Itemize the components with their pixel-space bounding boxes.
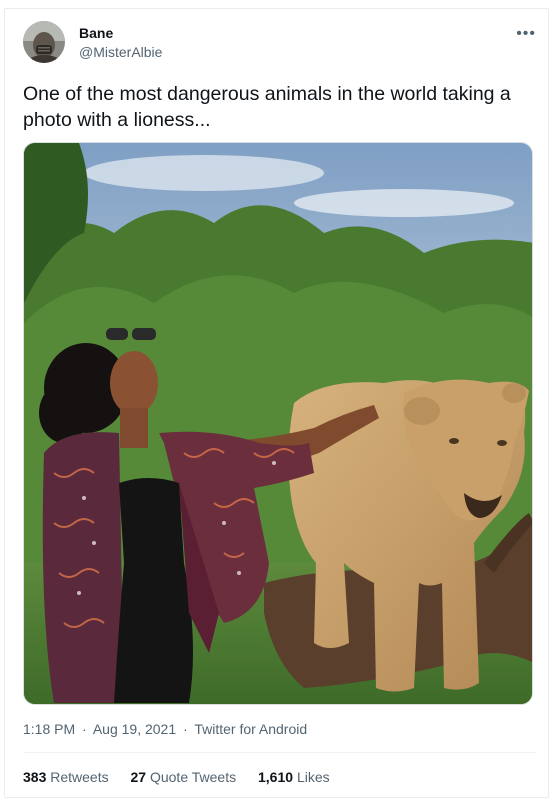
meta-separator: · (82, 721, 87, 737)
retweets-label: Retweets (50, 769, 109, 785)
likes-count: 1,610 (258, 769, 294, 785)
meta-separator: · (183, 721, 188, 737)
likes-stat[interactable]: 1,610 Likes (258, 769, 330, 785)
avatar[interactable] (23, 21, 65, 63)
quote-tweets-stat[interactable]: 27 Quote Tweets (131, 769, 237, 785)
divider (23, 752, 536, 753)
tweet-header: Bane @MisterAlbie ••• (23, 21, 536, 65)
tweet-text: One of the most dangerous animals in the… (23, 83, 511, 131)
more-horizontal-icon[interactable]: ••• (516, 26, 536, 42)
retweets-stat[interactable]: 383 Retweets (23, 769, 109, 785)
tweet-meta: 1:18 PM · Aug 19, 2021 · Twitter for And… (23, 721, 307, 737)
tweet-source[interactable]: Twitter for Android (194, 721, 307, 737)
tweet-date[interactable]: Aug 19, 2021 (93, 721, 176, 737)
tweet-time[interactable]: 1:18 PM (23, 721, 75, 737)
user-display-name[interactable]: Bane (79, 25, 113, 41)
tweet-photo[interactable] (23, 142, 533, 705)
tweet-card: Bane @MisterAlbie ••• One of the most da… (4, 8, 549, 798)
quote-tweets-label: Quote Tweets (149, 769, 237, 785)
likes-label: Likes (296, 769, 330, 785)
retweets-count: 383 (23, 769, 47, 785)
tweet-stats: 383 Retweets 27 Quote Tweets 1,610 Likes (23, 769, 348, 785)
user-handle[interactable]: @MisterAlbie (79, 44, 162, 60)
quote-tweets-count: 27 (130, 769, 147, 785)
